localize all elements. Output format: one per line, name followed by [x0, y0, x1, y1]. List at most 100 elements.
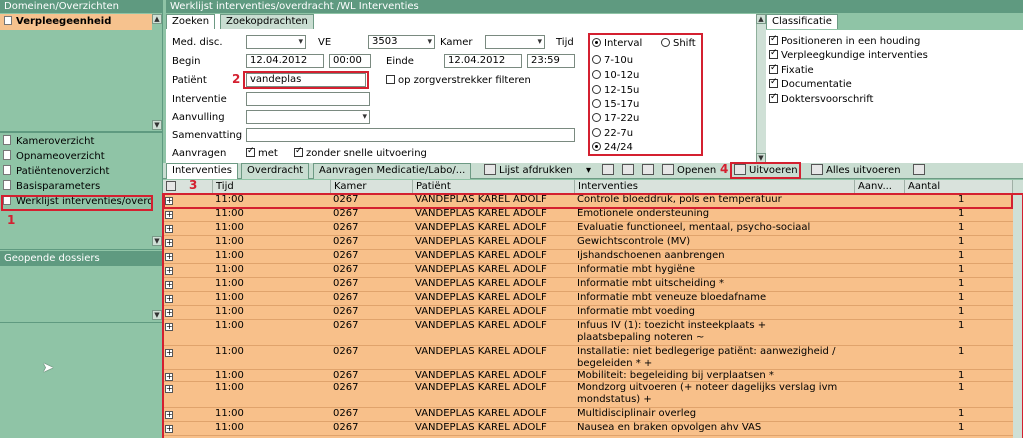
tab-zoekopdrachten[interactable]: Zoekopdrachten	[220, 14, 314, 29]
expand-icon[interactable]: +	[165, 295, 173, 303]
radio-slot[interactable]: 24/24	[592, 142, 633, 153]
cell-patient: VANDEPLAS KAREL ADOLF	[415, 194, 547, 205]
col-header[interactable]: Patiënt	[413, 180, 575, 194]
radio-slot[interactable]: 7-10u	[592, 55, 633, 66]
nav-patientenoverzicht[interactable]: Patiëntenoverzicht	[3, 165, 109, 179]
met-checkbox[interactable]: met	[246, 146, 278, 159]
zorgverstrekker-checkbox[interactable]: op zorgverstrekker filteren	[386, 75, 531, 86]
scroll-up-icon[interactable]: ▲	[152, 14, 162, 24]
nav-label: Basisparameters	[16, 181, 101, 192]
samenvatting-input[interactable]	[246, 128, 575, 142]
cell-count: 1	[958, 208, 965, 219]
table-row[interactable]: +11:00 0267 VANDEPLAS KAREL ADOLF Multidisc…	[163, 408, 1013, 422]
table-row[interactable]: +11:00 0267 VANDEPLAS KAREL ADOLF Installat…	[163, 346, 1013, 370]
export-icon[interactable]	[602, 163, 617, 178]
tab-aanvragen[interactable]: Aanvragen Medicatie/Labo/...	[313, 163, 472, 179]
class-item[interactable]: Documentatie	[769, 77, 852, 90]
table-row[interactable]: +11:00 0267 VANDEPLAS KAREL ADOLF Informati…	[163, 264, 1013, 278]
expand-icon[interactable]: +	[165, 411, 173, 419]
table-row[interactable]: +11:00 0267 VANDEPLAS KAREL ADOLF Informati…	[163, 278, 1013, 292]
col-header[interactable]: Aanv...	[855, 180, 905, 194]
table-row[interactable]: +11:00 0267 VANDEPLAS KAREL ADOLF Gewichtsc…	[163, 236, 1013, 250]
cell-intervention: Controle bloeddruk, pols en temperatuur	[577, 194, 782, 205]
einde-date-input[interactable]: 12.04.2012	[444, 54, 522, 68]
delete-icon[interactable]	[642, 163, 657, 178]
radio-slot[interactable]: 10-12u	[592, 70, 639, 81]
scroll-down-icon[interactable]: ▼	[152, 310, 162, 320]
table-row[interactable]: +11:00 0267 VANDEPLAS KAREL ADOLF Nausea en…	[163, 422, 1013, 436]
einde-time-input[interactable]: 23:59	[527, 54, 575, 68]
expand-icon[interactable]: +	[165, 425, 173, 433]
dropdown-arrow-icon[interactable]: ▾	[586, 163, 591, 178]
expand-icon[interactable]: +	[165, 253, 173, 261]
begin-date-input[interactable]: 12.04.2012	[246, 54, 324, 68]
radio-slot[interactable]: 22-7u	[592, 128, 633, 139]
table-row[interactable]: +11:00 0267 VANDEPLAS KAREL ADOLF Mondzorg …	[163, 382, 1013, 408]
nav-opnameoverzicht[interactable]: Opnameoverzicht	[3, 150, 105, 164]
col-header[interactable]: Aantal	[905, 180, 1013, 194]
expand-icon[interactable]: +	[165, 385, 173, 393]
kamer-select[interactable]	[485, 35, 545, 49]
divider	[0, 249, 163, 250]
tab-interventies[interactable]: Interventies	[166, 163, 238, 179]
patient-input[interactable]: vandeplas	[246, 73, 366, 87]
scroll-down-icon[interactable]: ▼	[756, 153, 766, 163]
table-row[interactable]: +11:00 0267 VANDEPLAS KAREL ADOLF Mobilitei…	[163, 370, 1013, 382]
expand-icon[interactable]: +	[165, 349, 173, 357]
radio-slot[interactable]: 12-15u	[592, 85, 639, 96]
expand-icon[interactable]: +	[165, 197, 173, 205]
table-row[interactable]: +11:00 0267 VANDEPLAS KAREL ADOLF Emotionel…	[163, 208, 1013, 222]
tab-zoeken[interactable]: Zoeken	[166, 14, 216, 29]
table-row[interactable]: +11:00 0267 VANDEPLAS KAREL ADOLF Ijshandsc…	[163, 250, 1013, 264]
nav-basisparameters[interactable]: Basisparameters	[3, 180, 100, 194]
begin-time-input[interactable]: 00:00	[329, 54, 371, 68]
table-row[interactable]: +11:00 0267 VANDEPLAS KAREL ADOLF Evaluatie…	[163, 222, 1013, 236]
table-row[interactable]: +11:00 0267 VANDEPLAS KAREL ADOLF Controle …	[163, 194, 1013, 208]
nav-werklijst[interactable]: Werklijst interventies/overdracht	[3, 195, 153, 209]
expand-icon[interactable]: +	[165, 323, 173, 331]
expand-icon[interactable]: +	[165, 239, 173, 247]
class-item[interactable]: Positioneren in een houding	[769, 34, 920, 47]
expand-icon[interactable]: +	[165, 373, 173, 381]
col-header[interactable]: Interventies	[575, 180, 855, 194]
radio-shift[interactable]: Shift	[661, 38, 696, 49]
scroll-down-icon[interactable]: ▼	[152, 236, 162, 246]
cell-count: 1	[958, 306, 965, 317]
aanvulling-select[interactable]	[246, 110, 370, 124]
table-row[interactable]: +11:00 0267 VANDEPLAS KAREL ADOLF Infuus IV…	[163, 320, 1013, 346]
expand-icon[interactable]: +	[165, 225, 173, 233]
expand-icon[interactable]: +	[165, 267, 173, 275]
table-row[interactable]: +11:00 0267 VANDEPLAS KAREL ADOLF Informati…	[163, 292, 1013, 306]
expand-icon[interactable]: +	[165, 309, 173, 317]
col-header[interactable]: Kamer	[331, 180, 413, 194]
med-disc-select[interactable]	[246, 35, 306, 49]
table-row[interactable]: +11:00 0267 VANDEPLAS KAREL ADOLF Informati…	[163, 306, 1013, 320]
col-header[interactable]: Tijd	[213, 180, 331, 194]
zonder-checkbox[interactable]: zonder snelle uitvoering	[294, 146, 427, 159]
ve-select[interactable]: 3503	[368, 35, 435, 49]
class-item[interactable]: Fixatie	[769, 63, 814, 76]
nav-kameroverzicht[interactable]: Kameroverzicht	[3, 135, 94, 149]
scroll-down-icon[interactable]: ▼	[152, 120, 162, 130]
radio-interval[interactable]: Interval	[592, 38, 642, 49]
execute-all-button[interactable]: Alles uitvoeren	[811, 163, 901, 178]
interventie-input[interactable]	[246, 92, 370, 106]
domain-verpleegeenheid[interactable]: Verpleegeenheid	[0, 14, 152, 30]
filter-scrollbar[interactable]	[756, 14, 766, 163]
open-button[interactable]: Openen	[662, 163, 716, 178]
class-item[interactable]: Doktersvoorschrift	[769, 92, 873, 105]
grid-scrollbar[interactable]	[1013, 180, 1023, 438]
tab-classificatie[interactable]: Classificatie	[766, 14, 838, 29]
refresh-icon[interactable]	[913, 163, 928, 178]
class-item[interactable]: Verpleegkundige interventies	[769, 48, 928, 61]
radio-slot[interactable]: 17-22u	[592, 113, 639, 124]
expand-icon[interactable]: +	[165, 281, 173, 289]
header-select[interactable]	[163, 180, 213, 194]
scroll-up-icon[interactable]: ▲	[756, 14, 766, 24]
expand-icon[interactable]: +	[165, 211, 173, 219]
execute-button[interactable]: Uitvoeren	[734, 163, 798, 178]
radio-slot[interactable]: 15-17u	[592, 99, 639, 110]
print-list-button[interactable]: Lijst afdrukken	[484, 163, 573, 178]
chart-icon[interactable]	[622, 163, 637, 178]
tab-overdracht[interactable]: Overdracht	[241, 163, 310, 179]
